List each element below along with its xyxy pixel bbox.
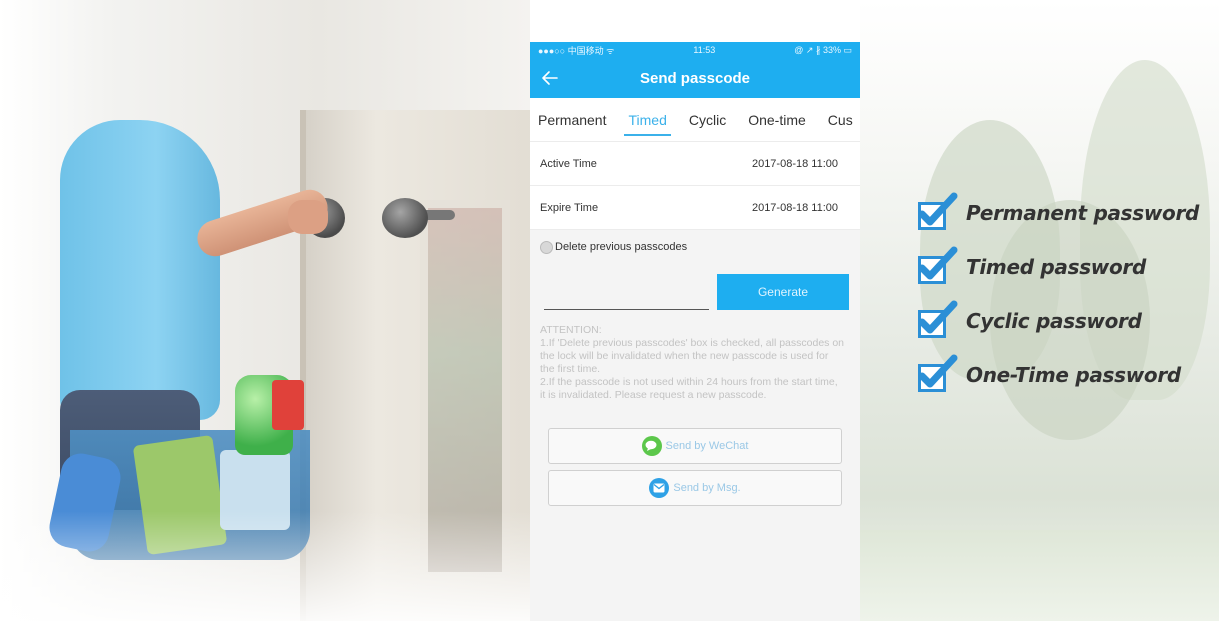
wechat-icon — [641, 436, 662, 456]
send-by-wechat-label: Send by WeChat — [665, 440, 749, 452]
delete-previous-label: Delete previous passcodes — [555, 241, 688, 253]
tab-bar: Permanent Timed Cyclic One-time Cus — [530, 98, 860, 142]
send-by-msg-button[interactable]: Send by Msg. — [548, 470, 842, 506]
feature-item: Timed password — [916, 240, 1216, 294]
person-torso — [60, 120, 220, 420]
feature-list: Permanent password Timed password Cyclic… — [916, 186, 1216, 402]
door-knob — [382, 198, 428, 238]
photo-fade — [0, 511, 530, 621]
back-arrow-icon[interactable] — [540, 68, 560, 88]
checkmark-icon — [916, 246, 958, 284]
expire-time-row[interactable]: Expire Time 2017-08-18 11:00 — [530, 186, 860, 230]
active-time-row[interactable]: Active Time 2017-08-18 11:00 — [530, 142, 860, 186]
status-bar: ●●●○○ 中国移动 ᯤ 11:53 @ ↗ ∦ 33% ▭ — [530, 42, 860, 58]
red-cup — [272, 380, 304, 430]
delete-previous-radio[interactable] — [540, 240, 553, 254]
generate-row: Generate — [540, 274, 850, 310]
feature-item: Cyclic password — [916, 294, 1216, 348]
feature-item: One-Time password — [916, 348, 1216, 402]
active-time-label: Active Time — [540, 157, 597, 170]
active-time-value: 2017-08-18 11:00 — [751, 157, 838, 170]
feature-label: One-Time password — [966, 363, 1181, 387]
generate-section: Delete previous passcodes Generate ATTEN… — [530, 230, 860, 621]
lawn — [860, 530, 1219, 621]
expire-time-value: 2017-08-18 11:00 — [751, 201, 838, 214]
attention-notice: ATTENTION: 1.If 'Delete previous passcod… — [540, 324, 845, 402]
send-by-msg-label: Send by Msg. — [673, 482, 741, 494]
tab-custom[interactable]: Cus — [828, 98, 853, 141]
tab-one-time[interactable]: One-time — [748, 98, 806, 141]
attention-line-2: 2.If the passcode is not used within 24 … — [540, 376, 838, 401]
checkmark-icon — [916, 300, 958, 338]
app-bar: Send passcode — [530, 58, 860, 98]
passcode-field[interactable] — [544, 280, 709, 310]
generate-button[interactable]: Generate — [717, 274, 849, 310]
status-time: 11:53 — [693, 45, 716, 55]
checkmark-icon — [916, 192, 958, 230]
send-by-wechat-button[interactable]: Send by WeChat — [548, 428, 842, 464]
feature-label: Cyclic password — [966, 309, 1142, 333]
message-icon — [649, 478, 670, 498]
tab-cyclic[interactable]: Cyclic — [689, 98, 726, 141]
status-right: @ ↗ ∦ 33% ▭ — [794, 44, 852, 55]
feature-label: Timed password — [966, 255, 1146, 279]
feature-item: Permanent password — [916, 186, 1216, 240]
tab-permanent[interactable]: Permanent — [538, 98, 606, 141]
attention-line-1: 1.If 'Delete previous passcodes' box is … — [540, 337, 845, 375]
page-title: Send passcode — [639, 69, 751, 87]
expire-time-label: Expire Time — [540, 201, 599, 214]
tab-timed[interactable]: Timed — [624, 98, 672, 141]
phone-screen: ●●●○○ 中国移动 ᯤ 11:53 @ ↗ ∦ 33% ▭ Send pass… — [530, 42, 860, 621]
status-carrier: ●●●○○ 中国移动 ᯤ — [538, 45, 615, 56]
checkmark-icon — [916, 354, 958, 392]
cleaning-lady-photo — [0, 0, 530, 621]
feature-label: Permanent password — [966, 201, 1200, 225]
delete-previous-option[interactable]: Delete previous passcodes — [540, 238, 850, 256]
attention-title: ATTENTION: — [540, 324, 602, 336]
person-hand — [288, 200, 328, 234]
